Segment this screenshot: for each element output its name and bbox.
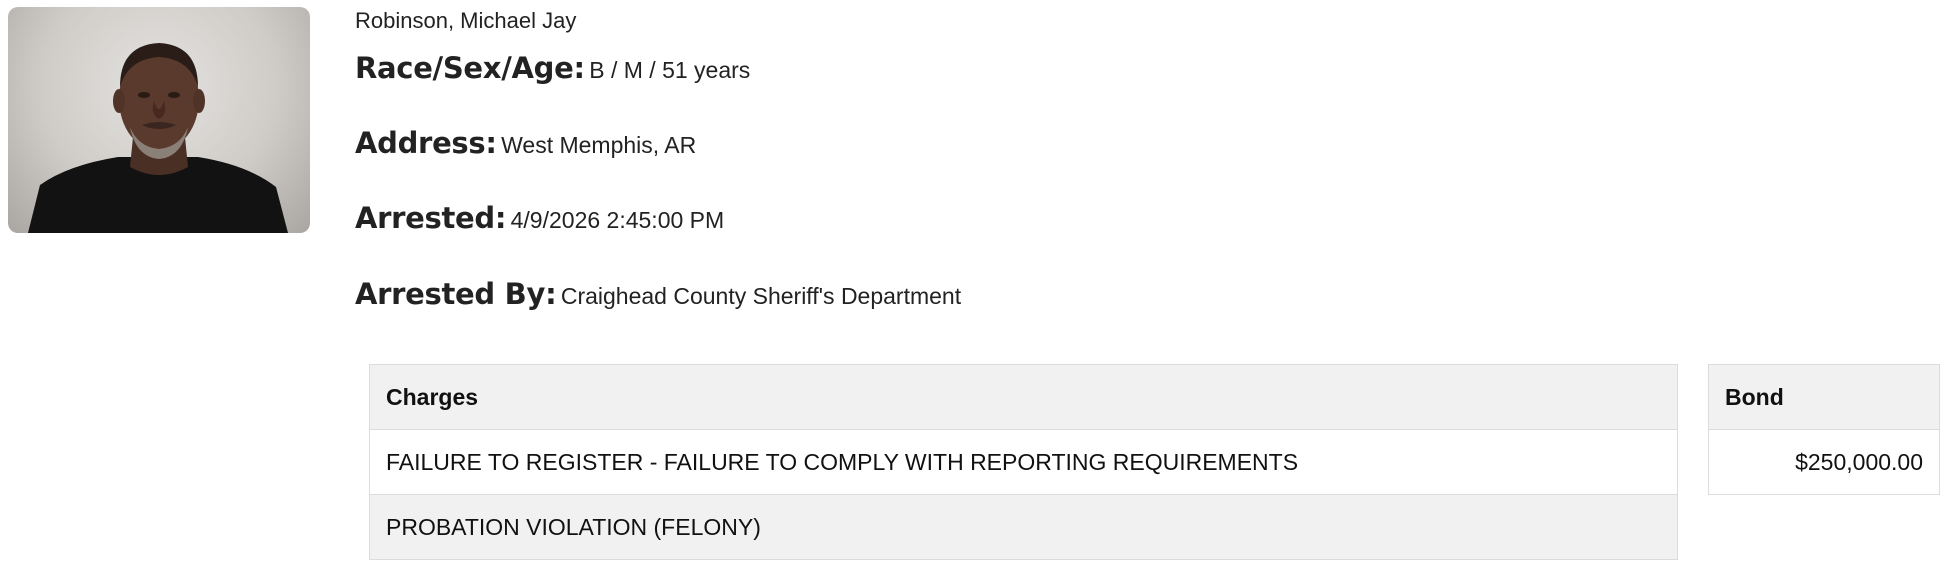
charges-header: Charges — [369, 364, 1678, 430]
charges-table: Charges FAILURE TO REGISTER - FAILURE TO… — [369, 364, 1678, 560]
arrested-label: Arrested: — [355, 201, 507, 235]
arrested-by-label: Arrested By: — [355, 277, 557, 311]
race-sex-age-value: B / M / 51 years — [589, 57, 751, 83]
charge-cell: FAILURE TO REGISTER - FAILURE TO COMPLY … — [369, 429, 1678, 495]
table-row: FAILURE TO REGISTER - FAILURE TO COMPLY … — [369, 429, 1678, 495]
bond-table: Bond $250,000.00 — [1708, 364, 1940, 495]
arrested-field: Arrested: 4/9/2026 2:45:00 PM — [355, 201, 724, 235]
race-sex-age-label: Race/Sex/Age: — [355, 51, 585, 85]
address-field: Address: West Memphis, AR — [355, 126, 696, 160]
person-name: Robinson, Michael Jay — [355, 8, 577, 33]
bond-cell: $250,000.00 — [1708, 429, 1940, 495]
charge-cell: PROBATION VIOLATION (FELONY) — [369, 494, 1678, 560]
bond-header: Bond — [1708, 364, 1940, 430]
arrested-by-value: Craighead County Sheriff's Department — [560, 283, 962, 309]
mugshot-photo — [8, 7, 310, 233]
address-label: Address: — [355, 126, 497, 160]
table-row: PROBATION VIOLATION (FELONY) — [369, 494, 1678, 560]
race-sex-age-field: Race/Sex/Age: B / M / 51 years — [355, 51, 750, 85]
arrested-value: 4/9/2026 2:45:00 PM — [510, 207, 725, 233]
table-row: $250,000.00 — [1708, 429, 1940, 495]
address-value: West Memphis, AR — [501, 132, 697, 158]
arrested-by-field: Arrested By: Craighead County Sheriff's … — [355, 277, 961, 311]
